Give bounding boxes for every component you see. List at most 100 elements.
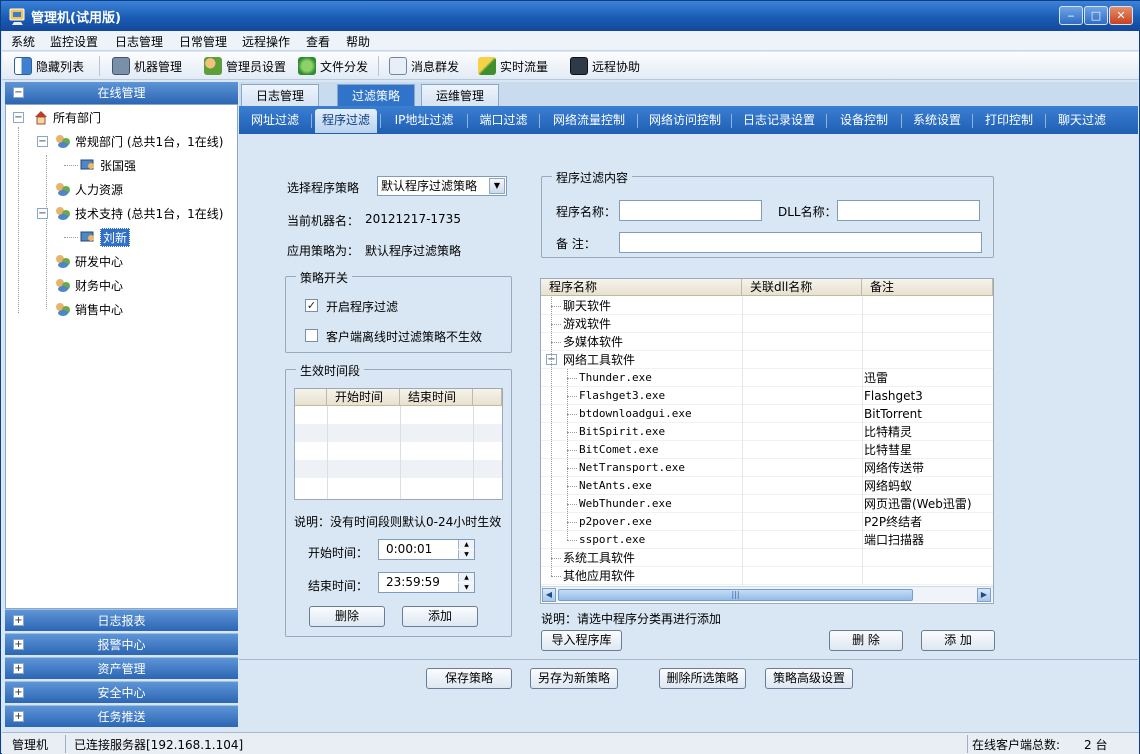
dll-name-input[interactable] [837, 200, 980, 221]
tab-print-control[interactable]: 打印控制 [976, 109, 1042, 133]
tab-program-filter[interactable]: 程序过滤 [315, 109, 377, 133]
program-tree-grid[interactable]: 程序名称 关联dll名称 备注 聊天软件 游戏软件 多媒体软件 网络工具软件 − Thun… [540, 278, 994, 604]
program-row[interactable]: NetAnts.exe 网络蚂蚁 [541, 477, 993, 495]
tree-node-dept-general[interactable]: 常规部门 (总共1台，1在线) [55, 131, 223, 151]
program-delete-button[interactable]: 删 除 [829, 630, 903, 651]
tab-traffic-control[interactable]: 网络流量控制 [543, 109, 635, 133]
status-online-label: 在线客户端总数: [972, 738, 1061, 752]
program-row[interactable]: p2pover.exe P2P终结者 [541, 513, 993, 531]
alarm-center-bar[interactable]: + 报警中心 [5, 633, 238, 655]
save-as-new-policy-button[interactable]: 另存为新策略 [530, 668, 618, 689]
asset-management-bar[interactable]: + 资产管理 [5, 657, 238, 679]
tree-node-user-zhangguoqiang[interactable]: 张国强 [80, 155, 136, 175]
program-category-row[interactable]: 游戏软件 [541, 315, 993, 333]
program-category-row[interactable]: 聊天软件 [541, 297, 993, 315]
remark-input[interactable] [619, 232, 982, 253]
scroll-left-icon[interactable]: ◀ [542, 588, 556, 602]
security-center-bar[interactable]: + 安全中心 [5, 681, 238, 703]
end-time-spinner[interactable]: 23:59:59 ▲ ▼ [378, 572, 475, 593]
enable-filter-checkbox[interactable]: ✓ [305, 299, 318, 312]
chevron-down-icon[interactable]: ▼ [489, 178, 505, 194]
program-category-row[interactable]: 多媒体软件 [541, 333, 993, 351]
advanced-policy-settings-button[interactable]: 策略高级设置 [765, 668, 853, 689]
collapse-icon[interactable]: − [13, 87, 24, 98]
tree-node-dept-tech-support[interactable]: 技术支持 (总共1台，1在线) [55, 203, 223, 223]
program-row[interactable]: BitSpirit.exe 比特精灵 [541, 423, 993, 441]
start-time-spinner[interactable]: 0:00:01 ▲ ▼ [378, 539, 475, 560]
tab-log-management[interactable]: 日志管理 [241, 84, 320, 106]
policy-select[interactable]: 默认程序过滤策略 ▼ [377, 176, 507, 196]
time-period-table[interactable]: 开始时间 结束时间 [294, 388, 503, 500]
program-name-input[interactable] [619, 200, 762, 221]
offline-ignore-checkbox[interactable] [305, 329, 318, 342]
hide-list-button[interactable]: 隐藏列表 [14, 55, 84, 77]
tab-ip-filter[interactable]: IP地址过滤 [384, 109, 464, 133]
admin-settings-button[interactable]: 管理员设置 [204, 55, 286, 77]
menu-daily-management[interactable]: 日常管理 [179, 33, 227, 50]
tab-ops-management[interactable]: 运维管理 [421, 84, 500, 106]
spin-up-icon[interactable]: ▲ [458, 540, 474, 549]
tree-node-dept-finance[interactable]: 财务中心 [55, 275, 123, 295]
tab-device-control[interactable]: 设备控制 [830, 109, 898, 133]
realtime-traffic-button[interactable]: 实时流量 [478, 55, 548, 77]
horizontal-scrollbar[interactable]: ◀ ||| ▶ [541, 586, 993, 602]
tab-system-settings[interactable]: 系统设置 [905, 109, 969, 133]
save-policy-button[interactable]: 保存策略 [426, 668, 512, 689]
log-report-bar[interactable]: + 日志报表 [5, 609, 238, 631]
machine-management-button[interactable]: 机器管理 [112, 55, 182, 77]
import-library-button[interactable]: 导入程序库 [541, 630, 622, 651]
tree-node-dept-rd[interactable]: 研发中心 [55, 251, 123, 271]
title-bar[interactable]: 管理机(试用版) ‒ □ ✕ [1, 1, 1140, 31]
menu-help[interactable]: 帮助 [346, 33, 370, 50]
tree-node-all-departments[interactable]: 所有部门 [33, 107, 101, 127]
time-add-button[interactable]: 添加 [402, 606, 478, 627]
menu-monitor-settings[interactable]: 监控设置 [50, 33, 98, 50]
menu-log-management[interactable]: 日志管理 [115, 33, 163, 50]
program-row[interactable]: WebThunder.exe 网页迅雷(Web迅雷) [541, 495, 993, 513]
program-row[interactable]: btdownloadgui.exe BitTorrent [541, 405, 993, 423]
task-push-bar[interactable]: + 任务推送 [5, 705, 238, 727]
tab-log-record-settings[interactable]: 日志记录设置 [735, 109, 823, 133]
menu-view[interactable]: 查看 [306, 33, 330, 50]
program-row[interactable]: ssport.exe 端口扫描器 [541, 531, 993, 549]
program-add-button[interactable]: 添 加 [921, 630, 995, 651]
program-row[interactable]: Thunder.exe 迅雷 [541, 369, 993, 387]
program-category-row[interactable]: 系统工具软件 [541, 549, 993, 567]
tab-url-filter[interactable]: 网址过滤 [241, 109, 309, 133]
menu-remote-operation[interactable]: 远程操作 [242, 33, 290, 50]
time-delete-button[interactable]: 删除 [309, 606, 385, 627]
tab-access-control[interactable]: 网络访问控制 [641, 109, 729, 133]
remote-assist-button[interactable]: 远程协助 [570, 55, 640, 77]
tab-filter-policy[interactable]: 过滤策略 [337, 84, 416, 106]
spin-down-icon[interactable]: ▼ [458, 550, 474, 559]
program-row[interactable]: Flashget3.exe Flashget3 [541, 387, 993, 405]
realtime-traffic-label: 实时流量 [500, 59, 549, 74]
menu-system[interactable]: 系统 [11, 33, 35, 50]
program-category-row[interactable]: 网络工具软件 − [541, 351, 993, 369]
tab-port-filter[interactable]: 端口过滤 [471, 109, 536, 133]
tree-node-user-liuxin[interactable]: 刘新 [80, 227, 131, 247]
program-row[interactable]: BitComet.exe 比特彗星 [541, 441, 993, 459]
tree-node-dept-hr[interactable]: 人力资源 [55, 179, 123, 199]
scroll-right-icon[interactable]: ▶ [977, 588, 991, 602]
tab-divider [539, 114, 540, 128]
minimize-button[interactable]: ‒ [1059, 6, 1083, 25]
file-distribution-button[interactable]: 文件分发 [298, 55, 368, 77]
program-row[interactable]: NetTransport.exe 网络传送带 [541, 459, 993, 477]
delete-selected-policy-button[interactable]: 删除所选策略 [659, 668, 746, 689]
tree-node-dept-sales[interactable]: 销售中心 [55, 299, 123, 319]
tab-chat-filter[interactable]: 聊天过滤 [1049, 109, 1115, 133]
expand-toggle[interactable]: − [37, 208, 48, 219]
spin-up-icon[interactable]: ▲ [458, 573, 474, 582]
expand-toggle[interactable]: − [37, 136, 48, 147]
close-button[interactable]: ✕ [1109, 6, 1133, 25]
message-broadcast-button[interactable]: 消息群发 [389, 55, 459, 77]
column-divider [862, 531, 863, 549]
spin-down-icon[interactable]: ▼ [458, 583, 474, 592]
scroll-thumb[interactable]: ||| [558, 589, 913, 601]
maximize-button[interactable]: □ [1084, 6, 1108, 25]
expand-toggle[interactable]: − [13, 112, 24, 123]
program-category-row[interactable]: 其他应用软件 [541, 567, 993, 585]
tree-line [567, 432, 577, 433]
online-management-header[interactable]: − 在线管理 [5, 82, 238, 104]
